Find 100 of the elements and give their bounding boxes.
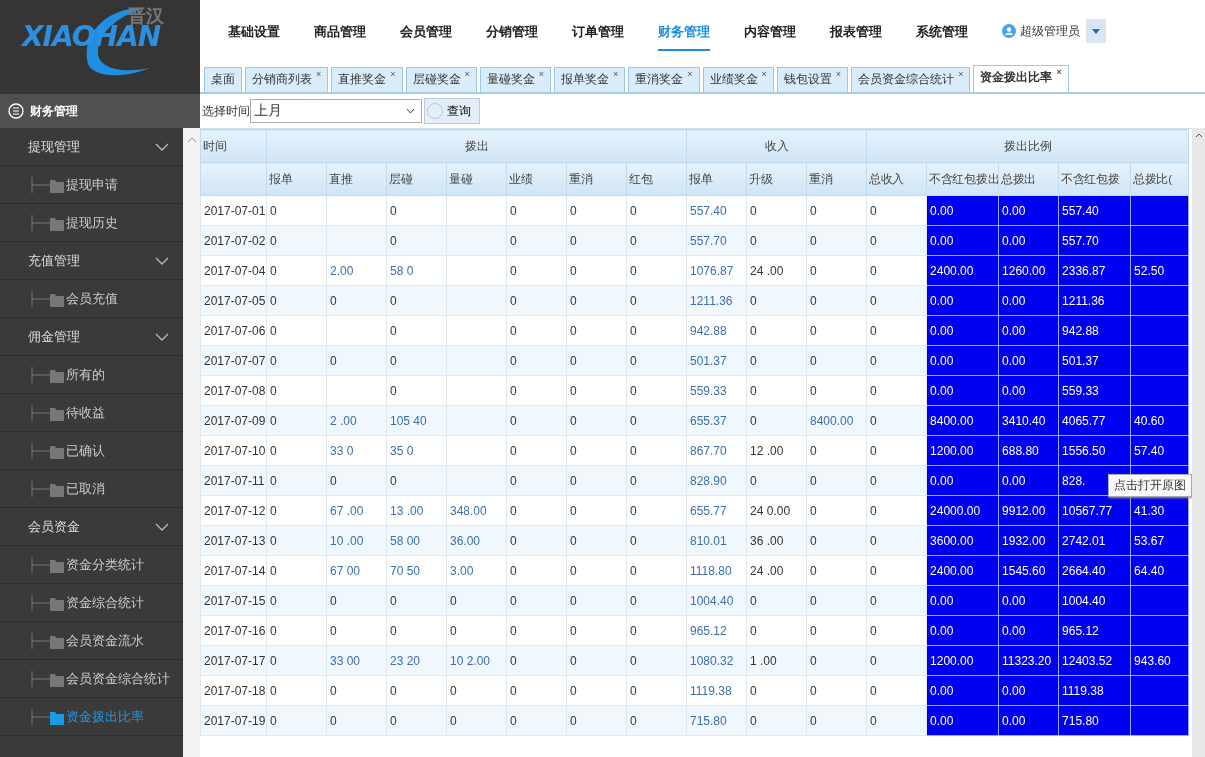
table-cell[interactable]: 810.01: [686, 525, 747, 556]
close-icon[interactable]: ×: [390, 68, 396, 80]
table-cell: 0: [566, 315, 627, 346]
table-cell: 2017-07-14: [200, 555, 267, 586]
table-cell[interactable]: 2 .00: [326, 405, 387, 436]
nav-item[interactable]: 商品管理: [314, 11, 366, 51]
tab[interactable]: 量碰奖金 ×: [479, 67, 552, 92]
table-cell[interactable]: 67 00: [326, 555, 387, 586]
table-cell: 0: [266, 315, 327, 346]
tab[interactable]: 会员资金综合统计 ×: [851, 67, 971, 92]
sidebar-item[interactable]: 已确认: [0, 432, 183, 470]
tab[interactable]: 桌面: [204, 67, 242, 92]
table-cell[interactable]: 557.40: [686, 195, 747, 226]
table-cell[interactable]: 1119.38: [686, 675, 747, 706]
table-cell[interactable]: 70 50: [386, 555, 447, 586]
sidebar-item[interactable]: 已取消: [0, 470, 183, 508]
table-cell[interactable]: 2.00: [326, 255, 387, 286]
table-cell[interactable]: 348.00: [446, 495, 507, 526]
tab[interactable]: 重消奖金 ×: [628, 67, 700, 92]
nav-item[interactable]: 基础设置: [228, 11, 280, 51]
table-cell: 0.00: [998, 675, 1059, 706]
tab[interactable]: 分销商列表 ×: [245, 67, 329, 92]
table-cell[interactable]: 58 00: [386, 525, 447, 556]
table-cell[interactable]: 1080.32: [686, 645, 747, 676]
close-icon[interactable]: ×: [316, 68, 322, 80]
sidebar-item[interactable]: 资金综合统计: [0, 584, 183, 622]
sidebar-item[interactable]: 所有的: [0, 356, 183, 394]
table-cell: 1200.00: [926, 645, 999, 676]
close-icon[interactable]: ×: [1056, 66, 1062, 78]
sidebar-item[interactable]: 提现申请: [0, 166, 183, 204]
time-select[interactable]: 上月: [250, 99, 422, 123]
tab[interactable]: 报单奖金 ×: [554, 67, 626, 92]
scrollbar[interactable]: [183, 128, 200, 757]
dropdown-button[interactable]: [1086, 19, 1106, 43]
table-cell[interactable]: 559.33: [686, 375, 747, 406]
close-icon[interactable]: ×: [958, 68, 964, 80]
table-cell[interactable]: 105 40: [386, 405, 447, 436]
table-cell[interactable]: 828.90: [686, 465, 747, 496]
table-cell: 501.37: [1058, 345, 1131, 376]
nav-item[interactable]: 报表管理: [830, 11, 882, 51]
sidebar-item[interactable]: 会员资金综合统计: [0, 660, 183, 698]
tab[interactable]: 直推奖金 ×: [331, 67, 403, 92]
close-icon[interactable]: ×: [835, 68, 842, 80]
table-cell: 0: [506, 525, 567, 556]
table-cell[interactable]: 10 2.00: [446, 645, 507, 676]
table-cell[interactable]: 23 20: [386, 645, 447, 676]
nav-item[interactable]: 会员管理: [400, 11, 452, 51]
sidebar-item[interactable]: 资金分类统计: [0, 546, 183, 584]
table-cell[interactable]: 1004.40: [686, 585, 747, 616]
table-cell[interactable]: 1211.36: [686, 285, 747, 316]
tab[interactable]: 钱包设置 ×: [776, 67, 849, 92]
scrollbar[interactable]: [1192, 128, 1205, 757]
table-cell[interactable]: 942.88: [686, 315, 747, 346]
table-cell[interactable]: 867.70: [686, 435, 747, 466]
user-name[interactable]: 超级管理员: [1020, 22, 1080, 40]
sidebar-item[interactable]: 待收益: [0, 394, 183, 432]
table-cell[interactable]: 3.00: [446, 555, 507, 586]
table-cell[interactable]: 501.37: [686, 345, 747, 376]
close-icon[interactable]: ×: [464, 68, 470, 80]
table-cell: 0: [626, 585, 687, 616]
table-cell: 2017-07-15: [200, 585, 267, 616]
query-button[interactable]: 查询: [424, 98, 480, 124]
nav-item[interactable]: 系统管理: [916, 11, 968, 51]
sidebar-item[interactable]: 提现历史: [0, 204, 183, 242]
table-cell[interactable]: 965.12: [686, 615, 747, 646]
table-cell[interactable]: 33 0: [326, 435, 387, 466]
nav-item[interactable]: 分销管理: [486, 11, 538, 51]
table-cell[interactable]: 35 0: [386, 435, 447, 466]
sidebar-item[interactable]: 会员资金流水: [0, 622, 183, 660]
table-cell[interactable]: 8400.00: [806, 405, 867, 436]
close-icon[interactable]: ×: [761, 68, 767, 80]
table-cell[interactable]: 67 .00: [326, 495, 387, 526]
table-cell[interactable]: 1076.87: [686, 255, 747, 286]
table-cell[interactable]: 10 .00: [326, 525, 387, 556]
tab[interactable]: 业绩奖金 ×: [702, 67, 774, 92]
table-cell[interactable]: 13 .00: [386, 495, 447, 526]
table-cell[interactable]: 715.80: [686, 705, 747, 736]
table-cell[interactable]: 33 00: [326, 645, 387, 676]
sidebar-item[interactable]: 资金拨出比率: [0, 698, 183, 736]
table-cell: 0: [806, 705, 867, 736]
table-cell: 0: [566, 555, 627, 586]
table-cell: 0: [806, 315, 867, 346]
nav-item[interactable]: 内容管理: [744, 11, 796, 51]
table-cell[interactable]: 655.77: [686, 495, 747, 526]
table-cell[interactable]: 655.37: [686, 405, 747, 436]
table-cell[interactable]: 557.70: [686, 225, 747, 256]
table-cell: 0: [806, 615, 867, 646]
close-icon[interactable]: ×: [538, 68, 545, 80]
tab[interactable]: 层碰奖金 ×: [405, 67, 477, 92]
table-cell[interactable]: 1118.80: [686, 555, 747, 586]
table-cell: 0: [746, 465, 807, 496]
sidebar-item[interactable]: 会员充值: [0, 280, 183, 318]
table-cell: 0: [746, 285, 807, 316]
table-cell[interactable]: 58 0: [386, 255, 447, 286]
nav-item[interactable]: 财务管理: [658, 11, 710, 51]
nav-item[interactable]: 订单管理: [572, 11, 624, 51]
close-icon[interactable]: ×: [613, 68, 619, 80]
table-cell[interactable]: 36.00: [446, 525, 507, 556]
tab[interactable]: 资金拨出比率 ×: [973, 65, 1069, 92]
close-icon[interactable]: ×: [687, 68, 693, 80]
